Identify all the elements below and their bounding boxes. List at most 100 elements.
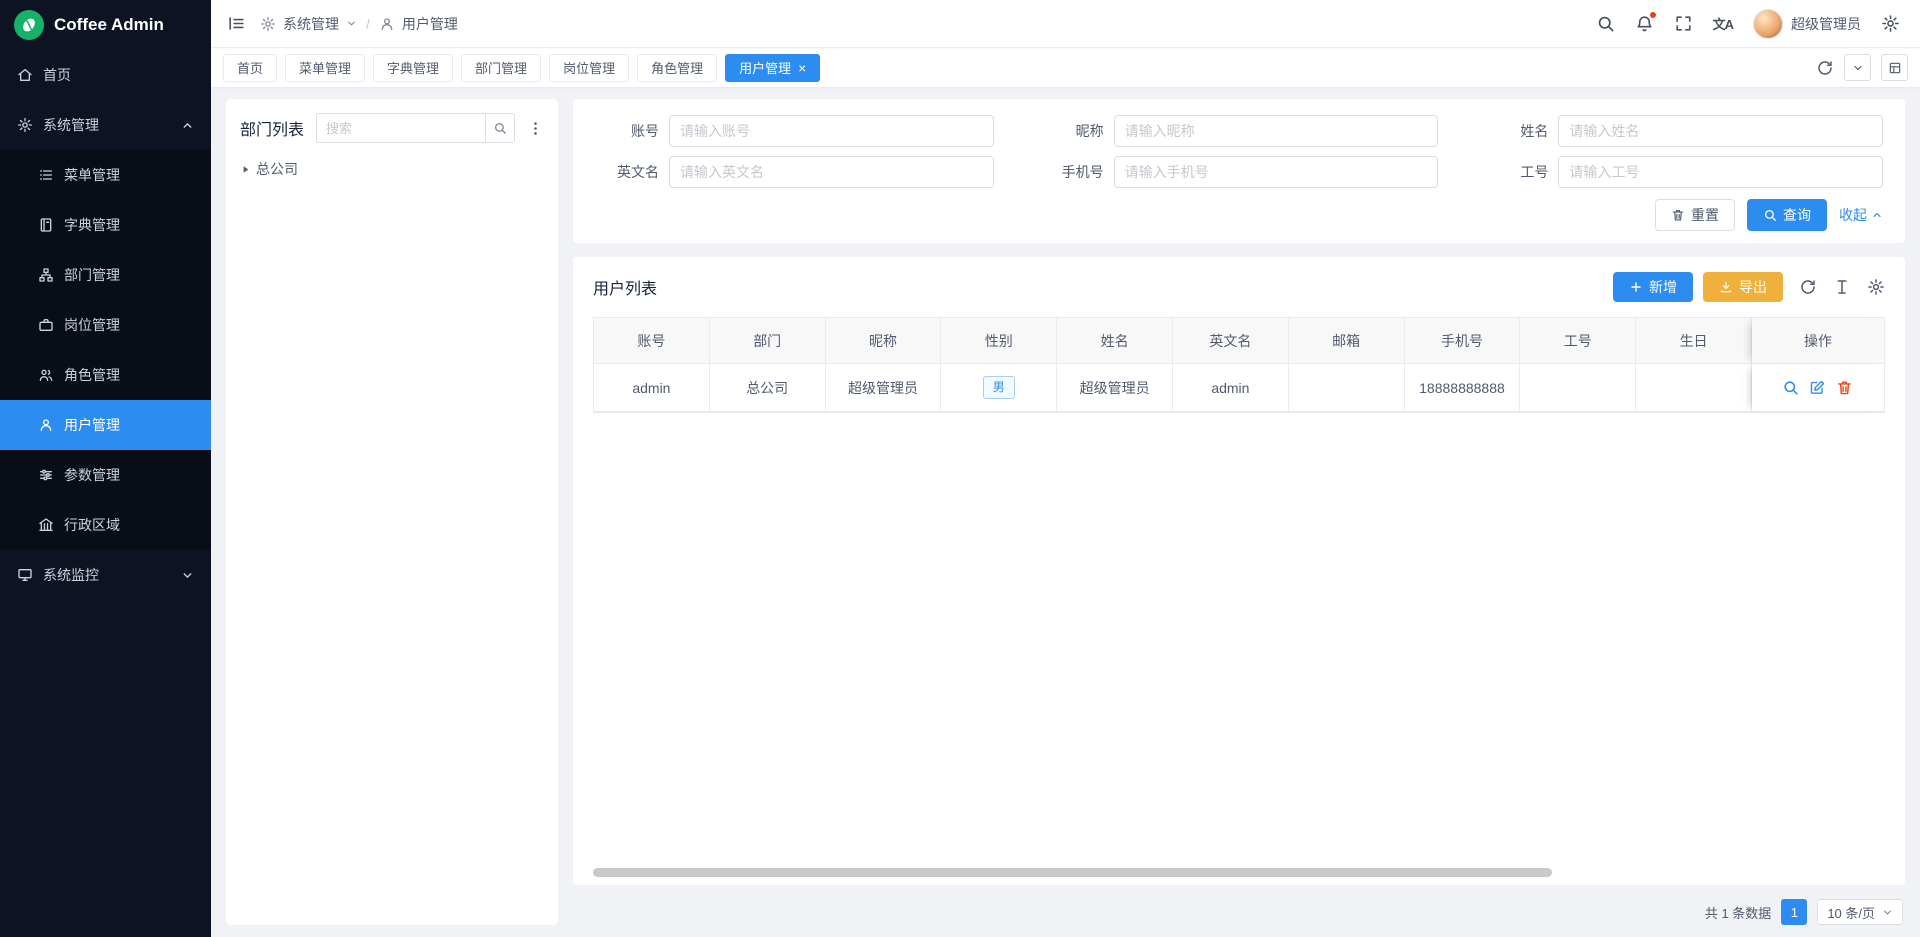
tab-dept-mgmt[interactable]: 部门管理 (461, 54, 541, 82)
sidebar-menu: 首页 系统管理 菜单管理 字典管理 部门管理 (0, 50, 211, 937)
sidebar-item-user-mgmt[interactable]: 用户管理 (0, 400, 211, 450)
sidebar-item-label: 行政区域 (64, 515, 120, 535)
tab-label: 角色管理 (651, 58, 703, 77)
work-id-input[interactable] (1558, 156, 1883, 188)
fullscreen-icon[interactable] (1674, 14, 1693, 33)
sidebar-item-post-mgmt[interactable]: 岗位管理 (0, 300, 211, 350)
sidebar-item-menu-mgmt[interactable]: 菜单管理 (0, 150, 211, 200)
collapse-link[interactable]: 收起 (1839, 205, 1883, 225)
username: 超级管理员 (1791, 14, 1861, 34)
more-options-icon[interactable] (527, 120, 544, 137)
cell-birthday (1636, 364, 1752, 412)
search-icon (1763, 208, 1777, 222)
sidebar-item-system-monitor[interactable]: 系统监控 (0, 550, 211, 600)
search-icon[interactable] (1596, 14, 1615, 33)
translate-icon[interactable]: 文A (1713, 14, 1733, 33)
breadcrumb-item-system[interactable]: 系统管理 (283, 14, 339, 34)
department-search (316, 113, 515, 143)
cell-gender: 男 (941, 364, 1057, 412)
caret-right-icon[interactable] (240, 164, 251, 175)
tab-label: 字典管理 (387, 58, 439, 77)
field-label: 姓名 (1484, 121, 1548, 141)
delete-icon[interactable] (1836, 379, 1853, 396)
sidebar-item-label: 用户管理 (64, 415, 120, 435)
account-input[interactable] (669, 115, 994, 147)
department-search-input[interactable] (316, 113, 485, 143)
tab-label: 岗位管理 (563, 58, 615, 77)
user-list-card: 用户列表 新增 导出 (573, 257, 1905, 885)
sidebar-item-system-mgmt[interactable]: 系统管理 (0, 100, 211, 150)
query-button[interactable]: 查询 (1747, 199, 1827, 231)
right-column: 账号 昵称 姓名 英文名 (573, 99, 1905, 925)
tab-menu-mgmt[interactable]: 菜单管理 (285, 54, 365, 82)
user-list-actions: 新增 导出 (1613, 272, 1885, 302)
app-logo: Coffee Admin (0, 0, 211, 50)
tab-close-icon[interactable]: × (798, 61, 806, 75)
phone-input[interactable] (1114, 156, 1439, 188)
department-panel-title: 部门列表 (240, 116, 304, 140)
sidebar-item-dept-mgmt[interactable]: 部门管理 (0, 250, 211, 300)
tab-dict-mgmt[interactable]: 字典管理 (373, 54, 453, 82)
app-root: Coffee Admin 首页 系统管理 菜单管理 字典管理 (0, 0, 1920, 937)
sidebar-item-label: 系统监控 (43, 565, 99, 585)
column-header: 工号 (1520, 318, 1636, 364)
breadcrumb-item-user-mgmt[interactable]: 用户管理 (402, 14, 458, 34)
view-icon[interactable] (1782, 379, 1799, 396)
layout-toggle-icon[interactable] (1881, 54, 1908, 81)
avatar (1753, 9, 1783, 39)
refresh-icon[interactable] (1816, 59, 1834, 77)
user-list-header: 用户列表 新增 导出 (593, 272, 1885, 302)
page-size-select[interactable]: 10 条/页 (1817, 899, 1903, 925)
gear-icon (17, 117, 33, 133)
column-header: 手机号 (1405, 318, 1521, 364)
sidebar-item-label: 系统管理 (43, 115, 99, 135)
user-list-title: 用户列表 (593, 275, 657, 299)
monitor-icon (17, 567, 33, 583)
nickname-input[interactable] (1114, 115, 1439, 147)
tab-role-mgmt[interactable]: 角色管理 (637, 54, 717, 82)
sidebar-item-param-mgmt[interactable]: 参数管理 (0, 450, 211, 500)
sidebar-item-dict-mgmt[interactable]: 字典管理 (0, 200, 211, 250)
add-button[interactable]: 新增 (1613, 272, 1693, 302)
chevron-down-icon[interactable] (346, 18, 357, 29)
breadcrumb: 系统管理 / 用户管理 (260, 14, 458, 34)
user-menu[interactable]: 超级管理员 (1753, 9, 1861, 39)
sidebar-submenu-system: 菜单管理 字典管理 部门管理 岗位管理 角色管理 (0, 150, 211, 550)
reset-button[interactable]: 重置 (1655, 199, 1735, 231)
tab-home[interactable]: 首页 (223, 54, 277, 82)
pagination-page-1[interactable]: 1 (1781, 899, 1807, 925)
field-nickname: 昵称 (1040, 115, 1439, 147)
gender-tag: 男 (983, 376, 1015, 399)
tab-label: 菜单管理 (299, 58, 351, 77)
search-form-card: 账号 昵称 姓名 英文名 (573, 99, 1905, 243)
edit-icon[interactable] (1809, 379, 1826, 396)
tab-options-dropdown[interactable] (1844, 54, 1871, 81)
chevron-down-icon (181, 569, 194, 582)
tab-post-mgmt[interactable]: 岗位管理 (549, 54, 629, 82)
sidebar-item-admin-region[interactable]: 行政区域 (0, 500, 211, 550)
name-input[interactable] (1558, 115, 1883, 147)
table-row: admin 总公司 超级管理员 男 超级管理员 admin 1888888888… (594, 364, 1884, 412)
column-header: 性别 (941, 318, 1057, 364)
sidebar-item-role-mgmt[interactable]: 角色管理 (0, 350, 211, 400)
table-settings-gear-icon[interactable] (1867, 278, 1885, 296)
topbar-actions: 文A 超级管理员 (1596, 9, 1900, 39)
department-search-button[interactable] (485, 113, 515, 143)
user-icon (38, 417, 54, 433)
page-size-value: 10 条/页 (1827, 903, 1875, 922)
refresh-icon[interactable] (1799, 278, 1817, 296)
sidebar-item-label: 字典管理 (64, 215, 120, 235)
sidebar-item-label: 首页 (43, 65, 71, 85)
export-button[interactable]: 导出 (1703, 272, 1783, 302)
tree-node-root[interactable]: 总公司 (240, 159, 544, 179)
horizontal-scrollbar[interactable] (593, 868, 1552, 877)
breadcrumb-separator: / (364, 16, 372, 32)
density-icon[interactable] (1833, 278, 1851, 296)
english-name-input[interactable] (669, 156, 994, 188)
field-work-id: 工号 (1484, 156, 1883, 188)
tab-user-mgmt[interactable]: 用户管理 × (725, 54, 820, 82)
sidebar-collapse-icon[interactable] (227, 14, 246, 33)
notification-bell-icon[interactable] (1635, 14, 1654, 33)
sidebar-item-home[interactable]: 首页 (0, 50, 211, 100)
theme-settings-gear-icon[interactable] (1881, 14, 1900, 33)
